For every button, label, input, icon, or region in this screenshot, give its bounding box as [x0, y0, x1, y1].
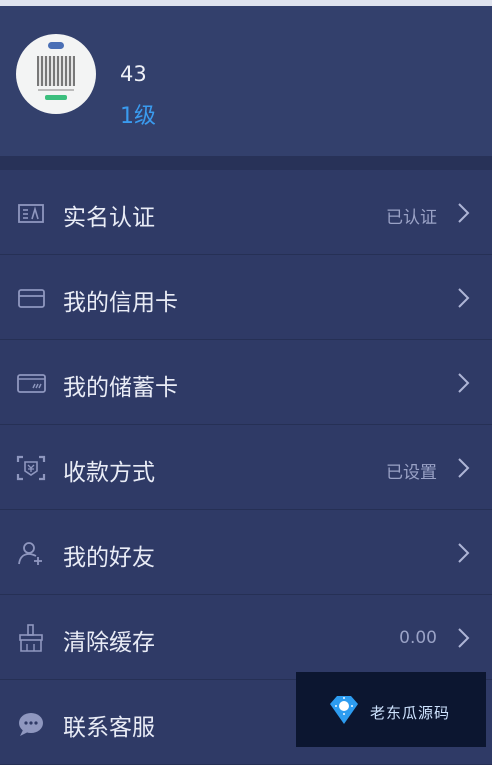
diamond-logo-icon — [330, 696, 358, 724]
menu-item-status: 已设置 — [386, 463, 437, 483]
credit-card-icon — [18, 289, 45, 308]
menu-item-label: 我的信用卡 — [63, 290, 178, 316]
broom-icon — [19, 624, 43, 652]
avatar-cloud — [48, 42, 64, 49]
avatar[interactable] — [16, 34, 96, 114]
id-card-icon — [18, 204, 44, 223]
menu-item-real-name-auth[interactable]: 实名认证 已认证 — [0, 170, 492, 255]
menu-item-label: 联系客服 — [63, 715, 155, 741]
chevron-right-icon — [458, 628, 470, 648]
chevron-right-icon — [458, 458, 470, 478]
chevron-right-icon — [458, 373, 470, 393]
menu-item-label: 我的储蓄卡 — [63, 375, 178, 401]
section-divider — [0, 156, 492, 170]
chat-icon — [19, 713, 43, 736]
menu-item-my-friends[interactable]: 我的好友 — [0, 510, 492, 595]
menu-item-credit-card[interactable]: 我的信用卡 — [0, 255, 492, 340]
menu-item-status: 0.00 — [399, 628, 437, 648]
menu-item-label: 清除缓存 — [63, 630, 155, 656]
menu-item-label: 实名认证 — [63, 205, 155, 231]
user-id: 43 — [120, 62, 147, 86]
chevron-right-icon — [458, 203, 470, 223]
debit-card-icon — [17, 374, 46, 393]
watermark: 老东瓜源码 — [296, 672, 486, 747]
menu-item-status: 已认证 — [386, 208, 437, 228]
menu-item-label: 收款方式 — [63, 460, 155, 486]
avatar-caption — [38, 89, 74, 91]
avatar-green-bar — [45, 95, 67, 100]
payment-scan-icon — [16, 455, 46, 481]
chevron-right-icon — [458, 288, 470, 308]
user-level: 1级 — [120, 104, 156, 129]
add-friend-icon — [18, 542, 42, 565]
chevron-right-icon — [458, 543, 470, 563]
profile-header: 43 1级 — [0, 6, 492, 156]
menu-item-debit-card[interactable]: 我的储蓄卡 — [0, 340, 492, 425]
watermark-text: 老东瓜源码 — [370, 704, 451, 722]
avatar-qr-image — [37, 56, 75, 86]
menu-item-payment-method[interactable]: 收款方式 已设置 — [0, 425, 492, 510]
menu-item-label: 我的好友 — [63, 545, 155, 571]
menu-item-clear-cache[interactable]: 清除缓存 0.00 — [0, 595, 492, 680]
